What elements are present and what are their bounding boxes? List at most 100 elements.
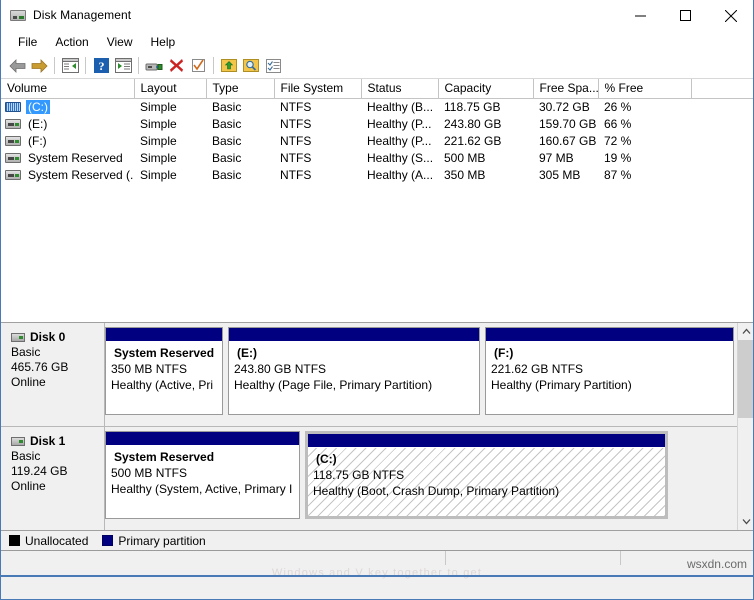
partition-capacity-bar [229,328,479,342]
title-bar: Disk Management [1,0,753,31]
legend-swatch-unallocated [9,535,20,546]
disk-kind-1: Basic [11,449,104,464]
column-header-filler [691,79,754,99]
watermark: wsxdn.com [687,557,747,571]
disk-row-0[interactable]: Disk 0 Basic 465.76 GB Online System Res… [1,323,753,427]
filler-cell [691,99,754,116]
options-icon[interactable] [262,55,284,77]
minimize-button[interactable] [618,0,663,31]
table-row[interactable]: (E:) Simple Basic NTFS Healthy (P... 243… [1,116,754,133]
partition-capacity-bar [106,432,299,446]
background-ghost-text: Windows and V key together to get [1,567,753,579]
disk-info-0[interactable]: Disk 0 Basic 465.76 GB Online [1,323,105,426]
partition-title: (E:) [234,345,479,361]
partition-block[interactable]: (F:) 221.62 GB NTFS Healthy (Primary Par… [485,327,734,415]
scroll-up-button[interactable] [738,323,753,340]
disk-row-1[interactable]: Disk 1 Basic 119.24 GB Online System Res… [1,427,753,531]
capacity-cell: 118.75 GB [438,99,533,116]
capacity-cell: 350 MB [438,167,533,184]
close-button[interactable] [708,0,753,31]
menu-item-view[interactable]: View [98,33,142,51]
disk-management-window: Disk Management File Action View Help [0,0,754,600]
file-system-cell: NTFS [274,116,361,133]
show-hide-console-tree-icon[interactable] [59,55,81,77]
disk-info-1[interactable]: Disk 1 Basic 119.24 GB Online [1,427,105,530]
column-header-capacity[interactable]: Capacity [438,79,533,99]
partition-capacity-bar [106,328,222,342]
legend-swatch-primary-partition [102,535,113,546]
rescan-disks-icon[interactable] [143,55,165,77]
maximize-button[interactable] [663,0,708,31]
filler-cell [691,150,754,167]
table-row[interactable]: (F:) Simple Basic NTFS Healthy (P... 221… [1,133,754,150]
status-bar: Windows and V key together to get wsxdn.… [1,551,753,577]
partition-size: 500 MB NTFS [111,465,299,481]
table-row[interactable]: (C:) Simple Basic NTFS Healthy (B... 118… [1,99,754,116]
scroll-down-button[interactable] [738,513,753,530]
column-header-type[interactable]: Type [206,79,274,99]
table-row[interactable]: System Reserved (... Simple Basic NTFS H… [1,167,754,184]
partition-block[interactable]: System Reserved 350 MB NTFS Healthy (Act… [105,327,223,415]
partition-health: Healthy (Primary Partition) [491,377,733,393]
filler-cell [691,116,754,133]
search-icon[interactable] [240,55,262,77]
disk-size-1: 119.24 GB [11,464,104,479]
drive-icon [5,136,21,146]
disk-management-icon [10,7,26,23]
filler-cell [691,167,754,184]
volume-cell: (F:) [1,133,134,150]
drive-icon [5,119,21,129]
help-icon[interactable]: ? [90,55,112,77]
menu-item-help[interactable]: Help [142,33,185,51]
volume-name: (E:) [26,117,49,131]
partition-title: (F:) [491,345,733,361]
forward-icon[interactable] [28,55,50,77]
disk-name-0: Disk 0 [11,330,104,345]
window-bottom-border [1,575,753,577]
back-icon[interactable] [6,55,28,77]
status-cell: Healthy (S... [361,150,438,167]
legend-entry-unallocated: Unallocated [9,534,88,548]
toolbar-separator [138,57,139,74]
menu-bar: File Action View Help [1,31,753,53]
disk-size-0: 465.76 GB [11,360,104,375]
disk-state-1: Online [11,479,104,494]
delete-icon[interactable] [165,55,187,77]
partition-size: 350 MB NTFS [111,361,222,377]
layout-cell: Simple [134,116,206,133]
column-header-file-system[interactable]: File System [274,79,361,99]
percent-free-cell: 66 % [598,116,691,133]
column-header-layout[interactable]: Layout [134,79,206,99]
partition-health: Healthy (Boot, Crash Dump, Primary Parti… [313,483,665,499]
column-header-status[interactable]: Status [361,79,438,99]
table-row[interactable]: System Reserved Simple Basic NTFS Health… [1,150,754,167]
partition-block[interactable]: System Reserved 500 MB NTFS Healthy (Sys… [105,431,300,519]
column-header-percent-free[interactable]: % Free [598,79,691,99]
scrollbar-thumb[interactable] [738,340,753,418]
legend-entry-primary-partition: Primary partition [102,534,205,548]
file-system-cell: NTFS [274,99,361,116]
properties-icon[interactable] [187,55,209,77]
graphical-pane-scrollbar[interactable] [737,323,753,530]
capacity-cell: 221.62 GB [438,133,533,150]
column-header-free-space[interactable]: Free Spa... [533,79,598,99]
free-space-cell: 97 MB [533,150,598,167]
partition-title: (C:) [313,451,665,467]
partition-capacity-bar [308,434,665,448]
partition-block[interactable]: (E:) 243.80 GB NTFS Healthy (Page File, … [228,327,480,415]
status-cell: Healthy (B... [361,99,438,116]
menu-item-file[interactable]: File [9,33,46,51]
show-hide-action-pane-icon[interactable] [112,55,134,77]
type-cell: Basic [206,150,274,167]
menu-item-action[interactable]: Action [46,33,97,51]
filler-cell [691,133,754,150]
partition-block-selected[interactable]: (C:) 118.75 GB NTFS Healthy (Boot, Crash… [305,431,668,519]
volume-name: (C:) [26,100,50,114]
partition-title: System Reserved [111,449,299,465]
column-header-volume[interactable]: Volume [1,79,134,99]
layout-cell: Simple [134,167,206,184]
partition-size: 118.75 GB NTFS [313,467,665,483]
volume-table: Volume Layout Type File System Status Ca… [1,79,754,184]
partition-health: Healthy (System, Active, Primary I [111,481,299,497]
export-list-icon[interactable] [218,55,240,77]
